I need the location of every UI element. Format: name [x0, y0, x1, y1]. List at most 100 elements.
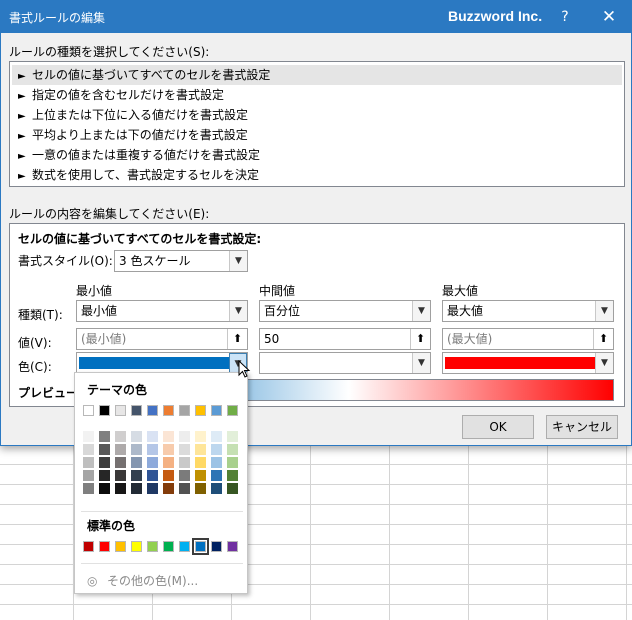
theme-shade-swatch[interactable] [147, 470, 158, 481]
min-value-input[interactable]: (最小値) ⬆ [76, 328, 248, 350]
theme-shade-swatch[interactable] [99, 470, 110, 481]
theme-shade-swatch[interactable] [115, 431, 126, 442]
theme-shade-swatch[interactable] [211, 444, 222, 455]
close-button[interactable]: ✕ [595, 5, 623, 29]
theme-shade-swatch[interactable] [227, 470, 238, 481]
standard-color-swatch[interactable] [115, 541, 126, 552]
theme-shade-swatch[interactable] [147, 483, 158, 494]
theme-shade-swatch[interactable] [227, 444, 238, 455]
theme-shade-swatch[interactable] [147, 431, 158, 442]
theme-shade-swatch[interactable] [83, 470, 94, 481]
chevron-down-icon[interactable]: ▼ [229, 251, 247, 271]
theme-shade-swatch[interactable] [147, 444, 158, 455]
mid-value-input[interactable]: 50 ⬆ [259, 328, 431, 350]
theme-shade-swatch[interactable] [83, 483, 94, 494]
cancel-button[interactable]: キャンセル [546, 415, 618, 439]
theme-shade-swatch[interactable] [179, 470, 190, 481]
rule-type-item-value-all-cells[interactable]: ► セルの値に基づいてすべてのセルを書式設定 [12, 65, 622, 85]
standard-color-swatch[interactable] [227, 541, 238, 552]
standard-color-swatch[interactable] [83, 541, 94, 552]
rule-type-item-above-below-average[interactable]: ► 平均より上または下の値だけを書式設定 [12, 125, 622, 145]
standard-color-swatch[interactable] [192, 538, 209, 555]
theme-shade-swatch[interactable] [131, 483, 142, 494]
min-type-select[interactable]: 最小値 ▼ [76, 300, 248, 322]
theme-shade-swatch[interactable] [163, 470, 174, 481]
chevron-down-icon[interactable]: ▼ [412, 353, 430, 373]
theme-shade-swatch[interactable] [227, 431, 238, 442]
theme-shade-swatch[interactable] [99, 444, 110, 455]
rule-type-item-unique-duplicate[interactable]: ► 一意の値または重複する値だけを書式設定 [12, 145, 622, 165]
theme-color-swatch[interactable] [131, 405, 142, 416]
rule-type-item-top-bottom[interactable]: ► 上位または下位に入る値だけを書式設定 [12, 105, 622, 125]
theme-shade-swatch[interactable] [163, 444, 174, 455]
theme-shade-swatch[interactable] [83, 444, 94, 455]
theme-shade-swatch[interactable] [227, 483, 238, 494]
theme-shade-swatch[interactable] [211, 483, 222, 494]
help-button[interactable]: ? [553, 6, 577, 28]
theme-color-swatch[interactable] [99, 405, 110, 416]
theme-shade-swatch[interactable] [131, 457, 142, 468]
chevron-down-icon[interactable]: ▼ [595, 353, 613, 373]
theme-shade-swatch[interactable] [179, 483, 190, 494]
theme-shade-swatch[interactable] [179, 431, 190, 442]
standard-color-swatch[interactable] [211, 541, 222, 552]
theme-shade-swatch[interactable] [83, 457, 94, 468]
max-value-input[interactable]: (最大値) ⬆ [442, 328, 614, 350]
max-color-select[interactable]: ▼ [442, 352, 614, 374]
theme-shade-swatch[interactable] [115, 470, 126, 481]
format-style-select[interactable]: 3 色スケール ▼ [114, 250, 248, 272]
theme-shade-swatch[interactable] [163, 457, 174, 468]
theme-color-swatch[interactable] [147, 405, 158, 416]
theme-shade-swatch[interactable] [211, 470, 222, 481]
theme-shade-swatch[interactable] [179, 444, 190, 455]
theme-shade-swatch[interactable] [163, 431, 174, 442]
min-color-select[interactable]: ▼ [76, 352, 248, 374]
theme-color-swatch[interactable] [211, 405, 222, 416]
theme-shade-swatch[interactable] [195, 470, 206, 481]
theme-color-swatch[interactable] [195, 405, 206, 416]
theme-shade-swatch[interactable] [115, 444, 126, 455]
theme-color-swatch[interactable] [179, 405, 190, 416]
theme-color-swatch[interactable] [163, 405, 174, 416]
chevron-down-icon[interactable]: ▼ [595, 301, 613, 321]
mid-color-select[interactable]: ▼ [259, 352, 431, 374]
theme-color-swatch[interactable] [83, 405, 94, 416]
theme-shade-swatch[interactable] [195, 457, 206, 468]
standard-color-swatch[interactable] [163, 541, 174, 552]
range-select-icon[interactable]: ⬆ [410, 329, 430, 349]
rule-type-list[interactable]: ► セルの値に基づいてすべてのセルを書式設定 ► 指定の値を含むセルだけを書式設定 … [9, 61, 625, 187]
theme-shade-swatch[interactable] [211, 431, 222, 442]
theme-shade-swatch[interactable] [147, 457, 158, 468]
chevron-down-icon[interactable]: ▼ [229, 301, 247, 321]
theme-shade-swatch[interactable] [131, 431, 142, 442]
ok-button[interactable]: OK [462, 415, 534, 439]
theme-shade-swatch[interactable] [99, 431, 110, 442]
theme-shade-swatch[interactable] [83, 431, 94, 442]
theme-shade-swatch[interactable] [227, 457, 238, 468]
standard-color-swatch[interactable] [147, 541, 158, 552]
theme-color-swatch[interactable] [227, 405, 238, 416]
theme-shade-swatch[interactable] [115, 483, 126, 494]
theme-shade-swatch[interactable] [99, 483, 110, 494]
theme-shade-swatch[interactable] [179, 457, 190, 468]
rule-type-item-contains[interactable]: ► 指定の値を含むセルだけを書式設定 [12, 85, 622, 105]
rule-type-item-formula[interactable]: ► 数式を使用して、書式設定するセルを決定 [12, 165, 622, 185]
standard-color-swatch[interactable] [99, 541, 110, 552]
theme-color-swatch[interactable] [115, 405, 126, 416]
theme-shade-swatch[interactable] [211, 457, 222, 468]
standard-color-swatch[interactable] [179, 541, 190, 552]
max-type-select[interactable]: 最大値 ▼ [442, 300, 614, 322]
theme-shade-swatch[interactable] [115, 457, 126, 468]
mid-type-select[interactable]: 百分位 ▼ [259, 300, 431, 322]
range-select-icon[interactable]: ⬆ [593, 329, 613, 349]
chevron-down-icon[interactable]: ▼ [412, 301, 430, 321]
theme-shade-swatch[interactable] [195, 431, 206, 442]
standard-color-swatch[interactable] [131, 541, 142, 552]
theme-shade-swatch[interactable] [195, 483, 206, 494]
theme-shade-swatch[interactable] [195, 444, 206, 455]
theme-shade-swatch[interactable] [163, 483, 174, 494]
more-colors-item[interactable]: ◎ その他の色(M)... [87, 572, 198, 589]
theme-shade-swatch[interactable] [131, 470, 142, 481]
range-select-icon[interactable]: ⬆ [227, 329, 247, 349]
theme-shade-swatch[interactable] [99, 457, 110, 468]
